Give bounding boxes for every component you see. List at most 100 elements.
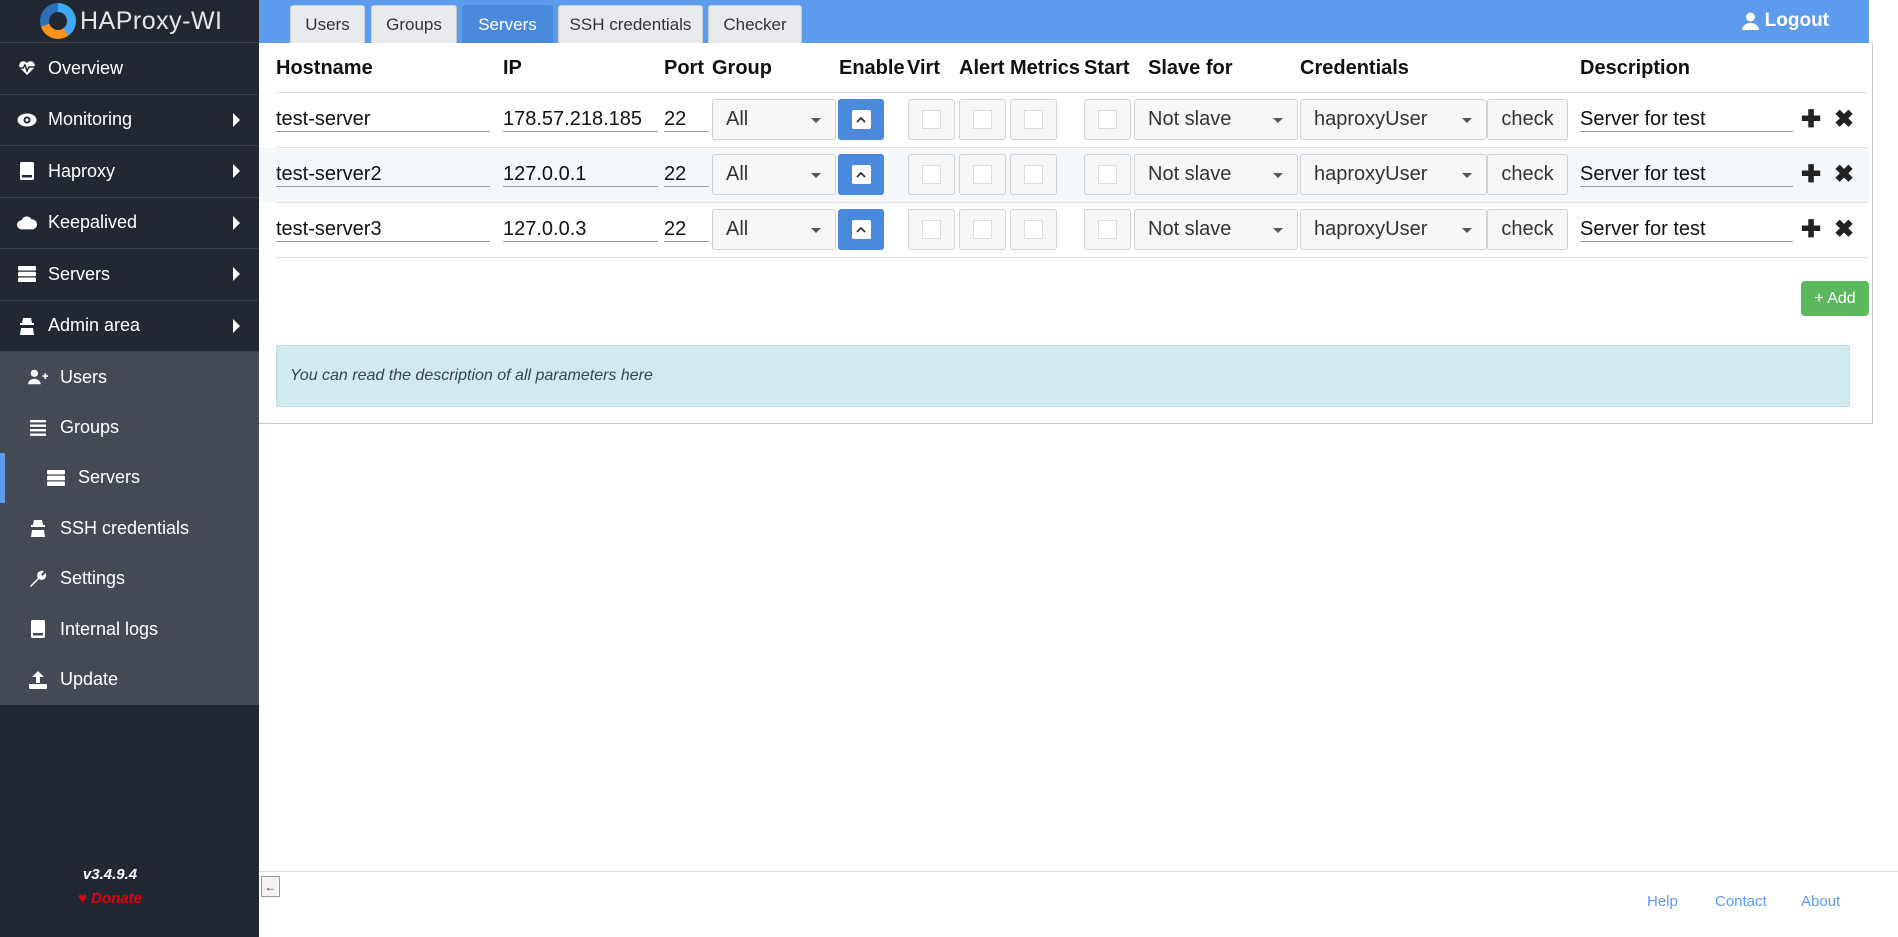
header-slave-for: Slave for	[1148, 57, 1233, 79]
tab-checker[interactable]: Checker	[708, 5, 802, 43]
sidebar-item-label: Servers	[48, 263, 111, 284]
user-plus-icon	[28, 367, 48, 387]
delete-x-icon[interactable]: ✖	[1834, 108, 1854, 132]
alert-checkbox[interactable]	[959, 154, 1006, 195]
metrics-checkbox[interactable]	[1010, 209, 1057, 250]
description-input[interactable]: Server for test	[1580, 106, 1793, 132]
slave-for-select[interactable]: Not slave	[1134, 209, 1298, 250]
logo[interactable]: HAProxy-WI	[0, 0, 259, 43]
description-input[interactable]: Server for test	[1580, 216, 1793, 242]
submenu-item-settings[interactable]: Settings	[0, 554, 259, 604]
port-input[interactable]: 22	[664, 106, 709, 132]
ip-input[interactable]: 178.57.218.185	[503, 106, 658, 132]
check-button[interactable]: check	[1487, 99, 1568, 140]
add-server-button[interactable]: + Add	[1801, 281, 1869, 316]
footer-link-contact[interactable]: Contact	[1715, 893, 1767, 910]
logout-button[interactable]: Logout	[1741, 10, 1829, 32]
caret-right-icon	[233, 215, 240, 230]
book-icon	[28, 619, 48, 639]
sidebar-item-overview[interactable]: Overview	[0, 43, 259, 95]
ip-input[interactable]: 127.0.0.1	[503, 161, 658, 187]
delete-x-icon[interactable]: ✖	[1834, 218, 1854, 242]
virt-checkbox[interactable]	[908, 99, 955, 140]
caret-right-icon	[233, 164, 240, 179]
header-enable: Enable	[839, 57, 905, 79]
submenu-item-label: Groups	[60, 417, 120, 438]
slave-for-value: Not slave	[1148, 163, 1232, 185]
metrics-checkbox[interactable]	[1010, 99, 1057, 140]
metrics-checkbox[interactable]	[1010, 154, 1057, 195]
submenu-item-servers[interactable]: Servers	[0, 452, 259, 504]
enable-toggle[interactable]	[838, 209, 884, 250]
sidebar-item-keepalived[interactable]: Keepalived	[0, 198, 259, 249]
top-tab-bar: Users Groups Servers SSH credentials Che…	[259, 0, 1869, 43]
footer-link-about[interactable]: About	[1801, 893, 1840, 910]
check-button[interactable]: check	[1487, 154, 1568, 195]
virt-checkbox[interactable]	[908, 154, 955, 195]
hostname-input[interactable]: test-server	[276, 106, 490, 132]
sidebar-item-servers[interactable]: Servers	[0, 249, 259, 301]
check-button[interactable]: check	[1487, 209, 1568, 250]
eye-icon	[17, 110, 37, 130]
sidebar: HAProxy-WI Overview Monitoring Haproxy K…	[0, 0, 259, 937]
credentials-select[interactable]: haproxyUser	[1300, 209, 1487, 250]
caret-down-icon	[1273, 173, 1283, 178]
port-input[interactable]: 22	[664, 161, 709, 187]
alert-checkbox[interactable]	[959, 99, 1006, 140]
submenu-item-groups[interactable]: Groups	[0, 402, 259, 452]
group-select[interactable]: All	[712, 209, 836, 250]
delete-x-icon[interactable]: ✖	[1834, 163, 1854, 187]
clone-plus-icon[interactable]: ✚	[1801, 108, 1821, 132]
header-port: Port	[664, 57, 704, 79]
enable-toggle[interactable]	[838, 99, 884, 140]
alert-checkbox[interactable]	[959, 209, 1006, 250]
divider	[276, 257, 1868, 258]
group-select[interactable]: All	[712, 154, 836, 195]
wrench-icon	[28, 569, 48, 589]
hostname-input[interactable]: test-server2	[276, 161, 490, 187]
donate-link[interactable]: ♥ Donate	[0, 890, 220, 907]
virt-checkbox[interactable]	[908, 209, 955, 250]
server-icon	[17, 264, 37, 284]
ip-input[interactable]: 127.0.0.3	[503, 216, 658, 242]
credentials-value: haproxyUser	[1314, 218, 1428, 240]
sidebar-item-haproxy[interactable]: Haproxy	[0, 146, 259, 198]
collapse-sidebar-button[interactable]: ←	[261, 876, 280, 897]
enable-toggle[interactable]	[838, 154, 884, 195]
caret-down-icon	[811, 228, 821, 233]
slave-for-select[interactable]: Not slave	[1134, 154, 1298, 195]
tab-ssh-credentials[interactable]: SSH credentials	[558, 5, 703, 43]
start-checkbox[interactable]	[1084, 209, 1131, 250]
submenu-item-ssh-credentials[interactable]: SSH credentials	[0, 503, 259, 553]
description-input[interactable]: Server for test	[1580, 161, 1793, 187]
slave-for-select[interactable]: Not slave	[1134, 99, 1298, 140]
group-select-value: All	[726, 163, 749, 185]
credentials-select[interactable]: haproxyUser	[1300, 99, 1487, 140]
credentials-select[interactable]: haproxyUser	[1300, 154, 1487, 195]
tab-groups[interactable]: Groups	[371, 5, 457, 43]
group-select[interactable]: All	[712, 99, 836, 140]
info-alert: You can read the description of all para…	[276, 345, 1850, 407]
start-checkbox[interactable]	[1084, 154, 1131, 195]
hostname-input[interactable]: test-server3	[276, 216, 490, 242]
start-checkbox[interactable]	[1084, 99, 1131, 140]
arrow-left-icon: ←	[264, 879, 277, 894]
clone-plus-icon[interactable]: ✚	[1801, 163, 1821, 187]
sidebar-item-admin-area[interactable]: Admin area	[0, 301, 259, 352]
submenu-item-internal-logs[interactable]: Internal logs	[0, 604, 259, 654]
server-icon	[46, 468, 66, 488]
submenu-item-update[interactable]: Update	[0, 654, 259, 704]
chevron-up-icon	[851, 220, 871, 239]
tab-users[interactable]: Users	[290, 5, 365, 43]
header-virt: Virt	[907, 57, 940, 79]
submenu-item-label: SSH credentials	[60, 517, 190, 538]
chevron-up-icon	[851, 110, 871, 129]
info-text-link[interactable]: You can read the description of all para…	[290, 367, 653, 385]
tab-servers[interactable]: Servers	[462, 5, 553, 43]
clone-plus-icon[interactable]: ✚	[1801, 218, 1821, 242]
caret-down-icon	[1462, 228, 1472, 233]
sidebar-item-monitoring[interactable]: Monitoring	[0, 95, 259, 146]
footer-link-help[interactable]: Help	[1647, 893, 1678, 910]
port-input[interactable]: 22	[664, 216, 709, 242]
submenu-item-users[interactable]: Users	[0, 352, 259, 402]
